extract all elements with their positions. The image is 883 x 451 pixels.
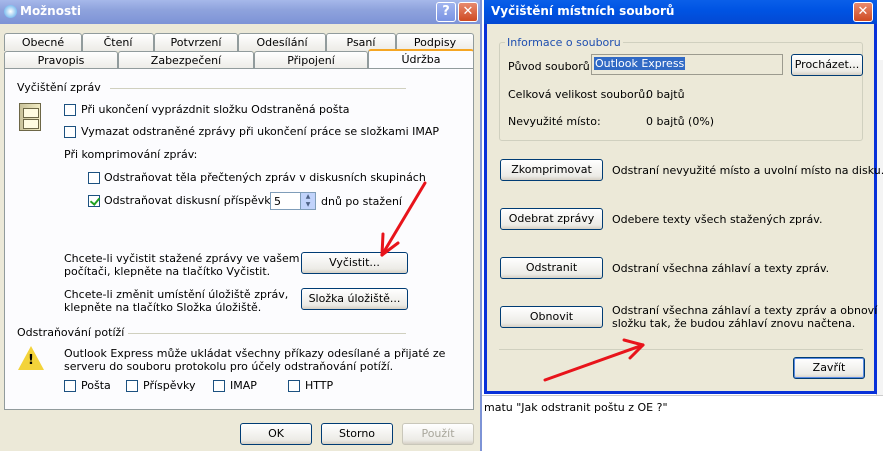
compact-desc: Odstraní nevyužité místo a uvolní místo … — [612, 164, 883, 177]
section-cleanup-divider — [110, 88, 406, 89]
tab-cteni[interactable]: Čtení — [82, 33, 154, 51]
delete-button[interactable]: Odstranit — [500, 257, 603, 279]
reset-button[interactable]: Obnovit — [500, 306, 603, 328]
compacting-label: Při komprimování zpráv: — [64, 148, 198, 161]
days-value: 5 — [274, 195, 281, 208]
remove-bodies-checkbox[interactable] — [88, 172, 100, 184]
source-label: Původ souborů: — [508, 60, 594, 73]
bottom-divider — [499, 349, 863, 350]
log-posts-checkbox[interactable] — [126, 380, 138, 392]
remove-messages-button[interactable]: Odebrat zprávy — [500, 208, 603, 230]
troubleshoot-line1: Outlook Express může ukládat všechny pří… — [64, 347, 446, 360]
store-text-line1: Chcete-li změnit umístění úložiště zpráv… — [64, 288, 289, 301]
options-close-button[interactable]: ✕ — [458, 2, 478, 22]
options-titlebar: Možnosti ? ✕ — [0, 0, 480, 24]
close-icon: ✕ — [857, 4, 869, 19]
unused-label: Nevyužité místo: — [508, 115, 601, 128]
purge-imap-checkbox[interactable] — [64, 126, 76, 138]
log-http-checkbox[interactable] — [288, 380, 300, 392]
cleanup-close-x-button[interactable]: ✕ — [853, 2, 873, 22]
cleanup-title: Vyčištění místních souborů — [491, 4, 675, 18]
total-size-value: 0 bajtů — [646, 88, 685, 101]
tab-udrzba[interactable]: Údržba — [368, 49, 474, 69]
cleanup-close-button[interactable]: Zavřít — [793, 357, 865, 379]
options-window: Možnosti ? ✕ Obecné Čtení Potvrzení Odes… — [0, 0, 482, 451]
section-troubleshoot-divider — [128, 333, 406, 334]
remove-bodies-label: Odstraňovat těla přečtených zpráv v disk… — [104, 171, 426, 184]
log-http-label: HTTP — [305, 379, 334, 392]
days-spinner[interactable]: 5 ▲ ▼ — [270, 192, 316, 210]
warning-icon: ! — [18, 346, 44, 370]
days-suffix: dnů po stažení — [321, 195, 402, 208]
background-right-edge — [876, 60, 883, 395]
store-text-line2: klepněte na tlačítko Složka úložiště. — [64, 301, 262, 314]
store-folder-button[interactable]: Složka úložiště... — [301, 288, 408, 310]
troubleshoot-line2: serveru do souboru protokolu pro účely o… — [64, 360, 394, 373]
help-button[interactable]: ? — [436, 2, 456, 22]
clean-button[interactable]: Vyčistit... — [301, 252, 408, 274]
log-posts-label: Příspěvky — [143, 379, 196, 392]
tab-potvrzeni[interactable]: Potvrzení — [154, 33, 238, 51]
tab-odesilani[interactable]: Odesílání — [238, 33, 326, 51]
reset-desc-line2: složku tak, že budou záhlaví znovu načte… — [612, 317, 856, 330]
apply-button[interactable]: Použít — [402, 423, 474, 445]
info-legend: Informace o souboru — [505, 36, 623, 49]
section-cleanup-title: Vyčištění zpráv — [17, 81, 101, 94]
log-imap-label: IMAP — [230, 379, 257, 392]
section-troubleshoot-title: Odstraňování potíží — [17, 326, 125, 339]
purge-imap-label: Vymazat odstraněné zprávy při ukončení p… — [81, 125, 440, 138]
tab-zabezpeceni[interactable]: Zabezpečení — [118, 51, 254, 69]
cleanup-window: Vyčištění místních souborů ✕ Informace o… — [484, 0, 883, 394]
tab-pravopis[interactable]: Pravopis — [4, 51, 118, 69]
unused-value: 0 bajtů (0%) — [646, 115, 715, 128]
log-mail-label: Pošta — [81, 379, 111, 392]
tab-pripojeni[interactable]: Připojení — [254, 51, 368, 69]
empty-deleted-checkbox[interactable] — [64, 104, 76, 116]
compact-button[interactable]: Zkomprimovat — [500, 159, 603, 181]
file-cabinet-icon — [19, 103, 41, 131]
options-title: Možnosti — [20, 4, 81, 18]
question-icon: ? — [442, 4, 450, 19]
app-icon — [4, 5, 17, 18]
browse-button[interactable]: Procházet... — [791, 54, 863, 76]
tab-obecne[interactable]: Obecné — [4, 33, 82, 51]
clean-text-line1: Chcete-li vyčistit stažené zprávy ve vaš… — [64, 252, 300, 265]
log-imap-checkbox[interactable] — [213, 380, 225, 392]
clean-text-line2: počítači, klepněte na tlačítko Vyčistit. — [64, 265, 271, 278]
remove-posts-label: Odstraňovat diskusní příspěvky — [104, 194, 277, 207]
source-value: Outlook Express — [594, 57, 686, 70]
total-size-label: Celková velikost souborů: — [508, 88, 649, 101]
log-mail-checkbox[interactable] — [64, 380, 76, 392]
ok-button[interactable]: OK — [240, 423, 312, 445]
close-icon: ✕ — [462, 4, 474, 19]
spinner-up-button[interactable]: ▲ — [300, 193, 315, 201]
empty-deleted-label: Při ukončení vyprázdnit složku Odstraněn… — [81, 103, 350, 116]
cleanup-titlebar: Vyčištění místních souborů ✕ — [484, 0, 877, 24]
remove-desc: Odebere texty všech stažených zpráv. — [612, 213, 823, 226]
source-field: Outlook Express — [591, 54, 783, 75]
remove-posts-checkbox[interactable] — [88, 195, 100, 207]
spinner-down-button[interactable]: ▼ — [300, 201, 315, 209]
delete-desc: Odstraní všechna záhlaví a texty zpráv. — [612, 262, 830, 275]
background-status-text: matu "Jak odstranit poštu z OE ?" — [484, 401, 668, 414]
cancel-button[interactable]: Storno — [321, 423, 393, 445]
reset-desc-line1: Odstraní všechna záhlaví a texty zpráv a… — [612, 304, 878, 317]
